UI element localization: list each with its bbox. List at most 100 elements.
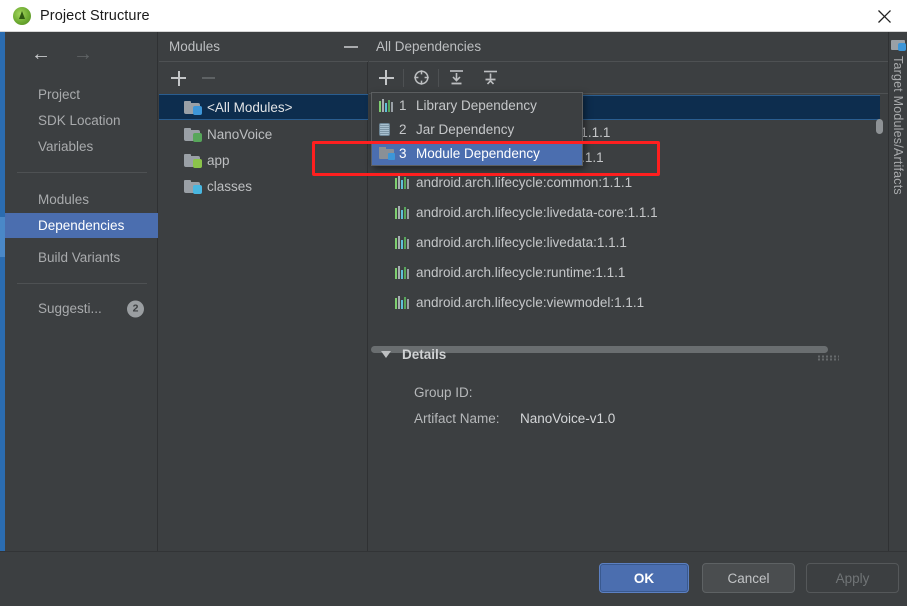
sidebar-item-label: Dependencies [38,218,125,233]
all-modules-icon [184,100,202,115]
dependencies-panel-header: All Dependencies [369,32,888,62]
arrow-right-icon[interactable]: → [73,44,93,64]
menu-item-number: 2 [399,121,407,137]
details-header[interactable]: Details [381,347,446,362]
module-label: NanoVoice [207,126,273,142]
menu-item-module-dependency[interactable]: 3 Module Dependency [372,141,582,165]
sidebar-item-build-variants[interactable]: Build Variants [5,245,158,270]
modules-toolbar [159,62,368,94]
menu-item-library-dependency[interactable]: 1 Library Dependency [372,93,582,117]
close-icon[interactable] [861,0,907,32]
dependency-label: android.arch.lifecycle:runtime:1.1.1 [416,265,626,280]
library-icon [379,98,394,112]
module-label: app [207,152,230,168]
module-icon [379,147,395,160]
detail-value: NanoVoice-v1.0 [520,411,616,426]
sidebar-item-label: SDK Location [38,113,121,128]
detail-label: Group ID: [414,385,473,400]
expand-all-button[interactable] [439,63,473,93]
sidebar-item-label: Variables [38,139,94,154]
library-icon [395,266,409,279]
detail-field-group-id: Group ID: [414,385,520,400]
sidebar: ← → Project SDK Location Variables Modul… [5,32,158,551]
apply-button[interactable]: Apply [806,563,899,593]
sidebar-item-label: Project [38,87,81,102]
details-section: Details Group ID: Artifact Name: NanoVoi… [369,340,888,440]
sidebar-item-label: Suggesti... [38,301,102,316]
module-row-classes[interactable]: classes [159,173,368,199]
table-row[interactable]: android.arch.lifecycle:runtime:1.1.1 [371,260,880,285]
dependencies-panel-title: All Dependencies [376,39,482,54]
menu-item-jar-dependency[interactable]: 2 Jar Dependency [372,117,582,141]
expand-all-icon [449,70,463,85]
sidebar-item-modules[interactable]: Modules [5,187,158,212]
page-title: Project Structure [40,7,150,24]
sidebar-item-label: Build Variants [38,250,121,265]
table-row[interactable]: android.arch.lifecycle:viewmodel:1.1.1 [371,290,880,315]
library-icon [395,206,409,219]
sidebar-item-label: Modules [38,192,90,207]
sidebar-item-sdk-location[interactable]: SDK Location [5,108,158,133]
module-row-nanovoice[interactable]: NanoVoice [159,121,368,147]
modules-panel: Modules <All Modules> NanoVoice app clas… [159,32,368,551]
details-title: Details [402,347,447,362]
modules-panel-header: Modules [159,32,368,62]
classes-icon [184,179,202,194]
table-row[interactable]: android.arch.lifecycle:common:1.1.1 [371,170,880,195]
dependencies-toolbar [369,62,888,94]
menu-item-number: 1 [399,97,407,113]
vertical-scrollbar[interactable] [875,95,884,345]
dependency-label: android.arch.lifecycle:livedata:1.1.1 [416,235,627,250]
collapse-all-icon [483,70,497,85]
status-badge: 2 [127,300,144,317]
tab-label: Target Modules/Artifacts [891,56,905,195]
dialog-footer: OK Cancel Apply [0,551,907,606]
module-row-app[interactable]: app [159,147,368,173]
plus-icon [378,70,394,85]
sidebar-divider [17,283,147,284]
modules-panel-title: Modules [169,39,221,54]
dependency-label: android.arch.lifecycle:livedata-core:1.1… [416,205,658,220]
ok-button[interactable]: OK [599,563,689,593]
table-row[interactable]: android.arch.lifecycle:livedata-core:1.1… [371,200,880,225]
module-row-all-modules[interactable]: <All Modules> [159,94,368,120]
module-label: <All Modules> [207,99,293,115]
minus-icon [202,77,215,79]
collapse-all-button[interactable] [473,63,507,93]
menu-item-label: Library Dependency [416,97,537,113]
sidebar-item-project[interactable]: Project [5,82,158,107]
target-icon [413,70,429,85]
triangle-down-icon[interactable] [381,351,391,358]
sidebar-divider [17,172,147,173]
android-studio-icon [13,6,31,25]
dependency-label: android.arch.lifecycle:common:1.1.1 [416,175,633,190]
target-modules-artifacts-tab[interactable]: Target Modules/Artifacts [888,32,907,551]
menu-item-label: Module Dependency [416,145,540,161]
arrow-left-icon[interactable]: ← [31,44,51,64]
menu-item-number: 3 [399,145,407,161]
cancel-button[interactable]: Cancel [702,563,795,593]
library-icon [395,176,409,189]
table-row[interactable]: android.arch.lifecycle:livedata:1.1.1 [371,230,880,255]
project-structure-dialog: Project Structure ← → Project SDK Locati… [0,0,907,606]
detail-label: Artifact Name: [414,411,500,426]
title-bar: Project Structure [0,0,907,32]
plus-icon[interactable] [171,70,186,86]
navigation-arrows: ← → [31,44,93,64]
module-label: classes [207,178,253,194]
detail-field-artifact-name: Artifact Name: NanoVoice-v1.0 [414,411,615,426]
app-module-icon [184,153,202,168]
sidebar-item-dependencies[interactable]: Dependencies [5,213,158,238]
dependency-label: android.arch.lifecycle:viewmodel:1.1.1 [416,295,645,310]
library-icon [395,296,409,309]
add-dependency-menu[interactable]: 1 Library Dependency 2 Jar Dependency 3 … [371,92,583,166]
minimize-icon[interactable] [344,45,358,48]
scrollbar-thumb[interactable] [876,119,883,134]
sidebar-item-variables[interactable]: Variables [5,134,158,159]
show-scope-button[interactable] [404,63,438,93]
menu-item-label: Jar Dependency [416,121,515,137]
module-icon [184,127,202,142]
sidebar-item-suggestions[interactable]: Suggesti... 2 [5,296,158,321]
library-icon [395,236,409,249]
add-dependency-button[interactable] [369,63,403,93]
